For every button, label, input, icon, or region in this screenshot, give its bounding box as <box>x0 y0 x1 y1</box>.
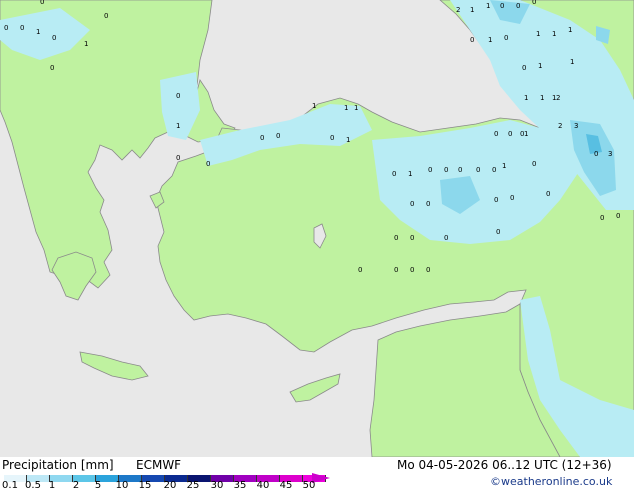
precip-value-label: 0 <box>104 12 108 20</box>
precip-value-label: 2 <box>556 94 560 102</box>
precip-value-label: 1 <box>470 6 474 14</box>
precip-value-label: 2 <box>558 122 562 130</box>
precip-value-label: 0 <box>4 24 8 32</box>
precip-value-label: 1 <box>570 58 574 66</box>
precip-value-label: 0 <box>510 194 514 202</box>
precip-value-label: 0 <box>532 160 536 168</box>
precip-value-label: 0 <box>40 0 44 6</box>
precip-value-label: 0 <box>394 266 398 274</box>
precip-value-label: 0 <box>392 170 396 178</box>
precip-value-label: 1 <box>538 62 542 70</box>
precip-value-label: 1 <box>84 40 88 48</box>
precip-value-label: 1 <box>524 94 528 102</box>
precip-value-label: 0 <box>50 64 54 72</box>
precip-value-label: 0 <box>546 190 550 198</box>
precip-value-label: 0 <box>260 134 264 142</box>
precip-value-label: 1 <box>502 162 506 170</box>
precip-value-label: 0 <box>444 166 448 174</box>
precip-value-label: 0 <box>508 130 512 138</box>
precip-value-label: 0 <box>20 24 24 32</box>
precip-value-label: 3 <box>574 122 578 130</box>
precip-value-label: 0 <box>176 154 180 162</box>
precip-value-label: 0 <box>476 166 480 174</box>
precip-value-label: 0 <box>176 92 180 100</box>
precip-value-label: 0 <box>410 266 414 274</box>
precip-value-label: 0 <box>516 2 520 10</box>
precip-value-label: 1 <box>524 130 528 138</box>
precip-value-label: 0 <box>496 228 500 236</box>
precip-value-label: 0 <box>494 196 498 204</box>
precip-value-label: 0 <box>500 2 504 10</box>
precip-value-label: 0 <box>594 150 598 158</box>
precip-value-label: 1 <box>540 94 544 102</box>
precip-value-label: 1 <box>488 36 492 44</box>
precip-value-label: 1 <box>486 2 490 10</box>
precip-value-label: 0 <box>426 200 430 208</box>
precip-value-label: 0 <box>358 266 362 274</box>
precip-value-label: 1 <box>354 104 358 112</box>
precip-value-label: 0 <box>276 132 280 140</box>
precip-value-label: 0 <box>394 234 398 242</box>
precip-value-label: 1 <box>552 30 556 38</box>
precip-value-label: 2 <box>456 6 460 14</box>
precip-value-label: 0 <box>330 134 334 142</box>
precip-value-label: 1 <box>36 28 40 36</box>
precip-value-label: 0 <box>426 266 430 274</box>
precip-value-label: 0 <box>616 212 620 220</box>
chart-title: Precipitation [mm] <box>2 458 114 472</box>
precip-value-label: 1 <box>312 102 316 110</box>
precip-value-label: 0 <box>458 166 462 174</box>
precip-value-label: 1 <box>536 30 540 38</box>
precip-value-label: 0 <box>600 214 604 222</box>
model-name: ECMWF <box>136 458 182 472</box>
precip-value-label: 1 <box>344 104 348 112</box>
valid-time: Mo 04-05-2026 06..12 UTC (12+36) <box>397 458 612 472</box>
precip-value-label: 0 <box>532 0 536 6</box>
precip-value-label: 0 <box>410 234 414 242</box>
precip-value-label: 3 <box>608 150 612 158</box>
precip-value-label: 0 <box>410 200 414 208</box>
precip-value-label: 0 <box>504 34 508 42</box>
credit-link[interactable]: ©weatheronline.co.uk <box>490 475 612 488</box>
precip-value-label: 0 <box>444 234 448 242</box>
precip-value-label: 0 <box>470 36 474 44</box>
precip-value-label: 0 <box>52 34 56 42</box>
precip-value-label: 1 <box>568 26 572 34</box>
precip-value-label: 1 <box>408 170 412 178</box>
precip-value-label: 0 <box>494 130 498 138</box>
precip-value-label: 1 <box>176 122 180 130</box>
precip-value-label: 0 <box>206 160 210 168</box>
precip-value-label: 1 <box>346 136 350 144</box>
precipitation-map: 0 0001001011 1 102 1 1 0 0 00 1 00 11111 1 110 00 10 0 0 0… <box>0 0 634 457</box>
precip-value-label: 0 <box>492 166 496 174</box>
precip-value-label: 0 <box>428 166 432 174</box>
precip-value-label: 0 <box>522 64 526 72</box>
